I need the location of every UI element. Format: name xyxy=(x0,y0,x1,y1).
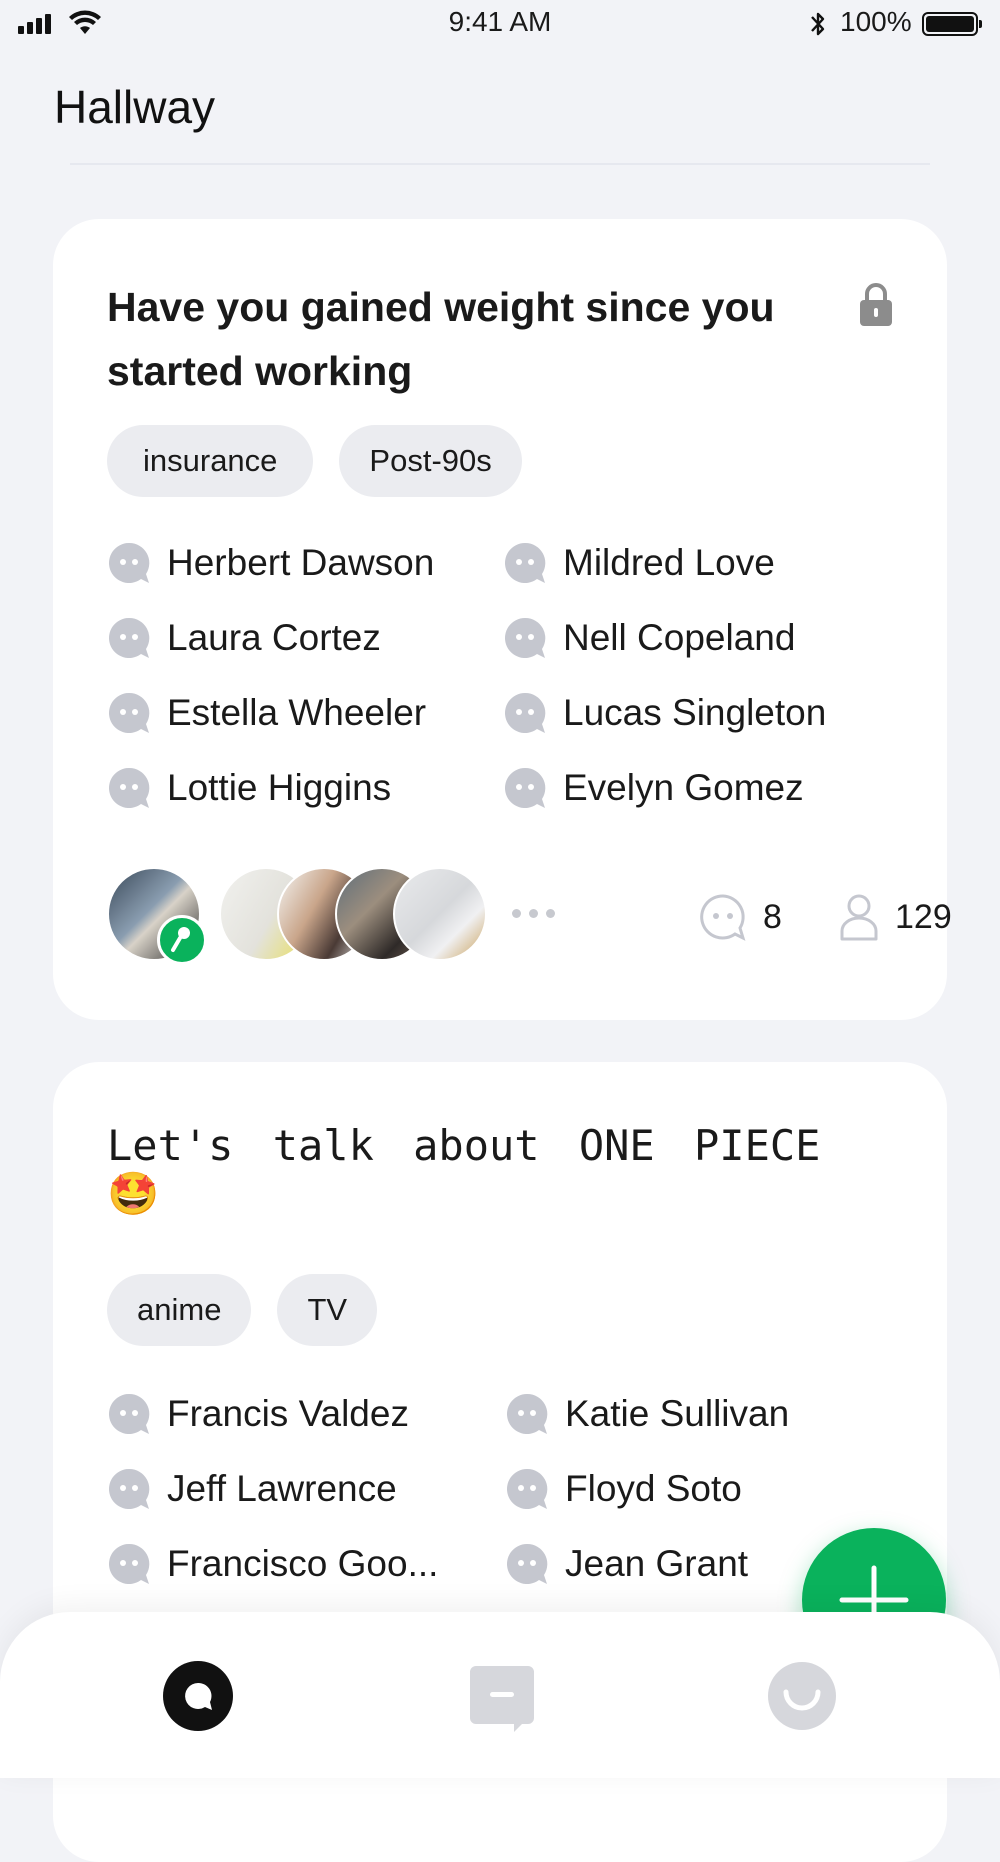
member-name: Estella Wheeler xyxy=(167,691,427,733)
member-chat-icon xyxy=(507,1543,548,1584)
member-chat-icon xyxy=(109,542,150,583)
member-name: Jeff Lawrence xyxy=(167,1467,397,1509)
member-item[interactable]: Francisco Goo... xyxy=(107,1538,505,1589)
member-list: Francis Valdez Katie Sullivan Jeff Lawre… xyxy=(107,1388,907,1589)
member-chat-icon xyxy=(109,1468,150,1509)
room-title: Have you gained weight since you started… xyxy=(107,284,775,394)
lock-icon xyxy=(860,283,892,326)
member-chat-icon xyxy=(507,1468,548,1509)
member-item[interactable]: Lucas Singleton xyxy=(503,687,903,738)
member-item[interactable]: Jeff Lawrence xyxy=(107,1463,505,1514)
header-divider xyxy=(70,163,930,165)
member-name: Katie Sullivan xyxy=(565,1392,790,1434)
tag[interactable]: Post-90s xyxy=(339,425,522,497)
battery-icon xyxy=(922,12,982,36)
member-name: Jean Grant xyxy=(565,1542,749,1584)
member-name: Nell Copeland xyxy=(563,616,796,658)
profile-icon[interactable] xyxy=(766,1660,838,1732)
tag[interactable]: TV xyxy=(277,1274,378,1346)
member-name: Lottie Higgins xyxy=(167,766,392,808)
tag[interactable]: anime xyxy=(107,1274,252,1346)
room-card[interactable]: Have you gained weight since you started… xyxy=(53,219,952,1020)
tab-bar xyxy=(0,1612,1000,1778)
member-item[interactable]: Nell Copeland xyxy=(503,612,903,663)
member-chat-icon xyxy=(109,1543,150,1584)
member-name: Herbert Dawson xyxy=(167,541,435,583)
bluetooth-icon xyxy=(811,12,825,36)
member-name: Floyd Soto xyxy=(565,1467,742,1509)
member-chat-icon xyxy=(505,767,546,808)
member-item[interactable]: Herbert Dawson xyxy=(107,537,503,588)
member-chat-icon xyxy=(109,692,150,733)
member-chat-icon xyxy=(109,1393,150,1434)
member-chat-icon xyxy=(109,617,150,658)
member-item[interactable]: Lottie Higgins xyxy=(107,762,503,813)
member-name: Francis Valdez xyxy=(167,1392,409,1434)
status-bar: 9:41 AM 100% xyxy=(0,0,1000,48)
member-item[interactable]: Evelyn Gomez xyxy=(503,762,903,813)
messages-icon[interactable] xyxy=(466,1660,538,1732)
message-count-value: 8 xyxy=(763,897,782,936)
room-tags: anime TV xyxy=(107,1274,378,1346)
member-item[interactable]: Estella Wheeler xyxy=(107,687,503,738)
speaker-badge-icon xyxy=(157,915,207,965)
more-participants-icon[interactable] xyxy=(512,909,555,918)
member-name: Lucas Singleton xyxy=(563,691,827,733)
member-item[interactable]: Mildred Love xyxy=(503,537,903,588)
member-chat-icon xyxy=(505,542,546,583)
member-list: Herbert Dawson Mildred Love Laura Cortez… xyxy=(107,537,907,813)
member-item[interactable]: Laura Cortez xyxy=(107,612,503,663)
member-chat-icon xyxy=(505,617,546,658)
listener-count: 129 xyxy=(839,893,952,941)
listener-count-icon xyxy=(840,894,878,941)
member-chat-icon xyxy=(109,767,150,808)
battery-percent: 100% xyxy=(840,6,912,37)
page-title: Hallway xyxy=(54,81,216,133)
member-name: Francisco Goo... xyxy=(167,1542,439,1584)
member-item[interactable]: Katie Sullivan xyxy=(505,1388,905,1439)
member-chat-icon xyxy=(507,1393,548,1434)
member-name: Laura Cortez xyxy=(167,616,381,658)
room-tags: insurance Post-90s xyxy=(107,425,522,497)
participants-row: 8 129 xyxy=(107,867,952,965)
room-title: Let's talk about ONE PIECE🤩 xyxy=(107,1121,821,1218)
listener-avatar[interactable] xyxy=(393,867,487,961)
member-name: Evelyn Gomez xyxy=(563,766,804,808)
member-item[interactable]: Francis Valdez xyxy=(107,1388,505,1439)
member-name: Mildred Love xyxy=(563,541,775,583)
listener-count-value: 129 xyxy=(895,897,952,936)
home-icon[interactable] xyxy=(162,1660,234,1732)
member-chat-icon xyxy=(505,692,546,733)
message-count: 8 xyxy=(699,893,782,941)
chat-count-icon xyxy=(700,894,746,941)
member-item[interactable]: Floyd Soto xyxy=(505,1463,905,1514)
tag[interactable]: insurance xyxy=(107,425,314,497)
